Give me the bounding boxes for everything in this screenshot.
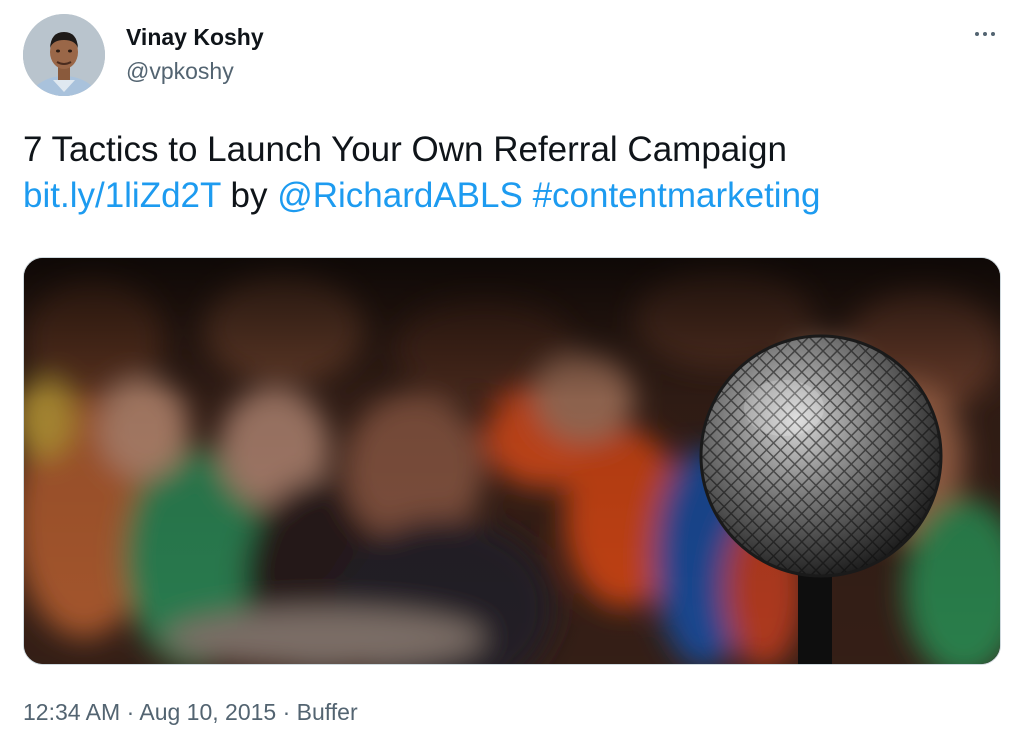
author-display-name[interactable]: Vinay Koshy [126,22,264,52]
more-options-button[interactable] [970,22,1000,46]
tweet-space [523,176,533,215]
tweet-mention[interactable]: @RichardABLS [277,176,523,215]
author-handle[interactable]: @vpkoshy [126,56,264,86]
tweet-date[interactable]: Aug 10, 2015 [139,699,276,725]
tweet-link[interactable]: bit.ly/1liZd2T [23,176,221,215]
tweet-media-image[interactable] [23,257,1001,665]
more-dot [983,32,987,36]
tweet-meta: 12:34 AM · Aug 10, 2015 · Buffer [23,697,358,727]
more-dot [991,32,995,36]
tweet-by-word: by [220,176,278,215]
person-avatar-icon [23,14,105,96]
tweet-text: 7 Tactics to Launch Your Own Referral Ca… [23,127,998,219]
microphone-crowd-image-icon [24,258,1000,664]
tweet-text-line1: 7 Tactics to Launch Your Own Referral Ca… [23,130,787,169]
tweet-source[interactable]: Buffer [297,699,358,725]
tweet-card: Vinay Koshy @vpkoshy 7 Tactics to Launch… [0,0,1024,752]
author-block: Vinay Koshy @vpkoshy [126,22,264,86]
tweet-time[interactable]: 12:34 AM [23,699,120,725]
meta-separator: · [120,699,140,725]
tweet-hashtag[interactable]: #contentmarketing [533,176,821,215]
meta-separator: · [276,699,297,725]
avatar[interactable] [23,14,105,96]
more-horizontal-icon [975,32,979,36]
